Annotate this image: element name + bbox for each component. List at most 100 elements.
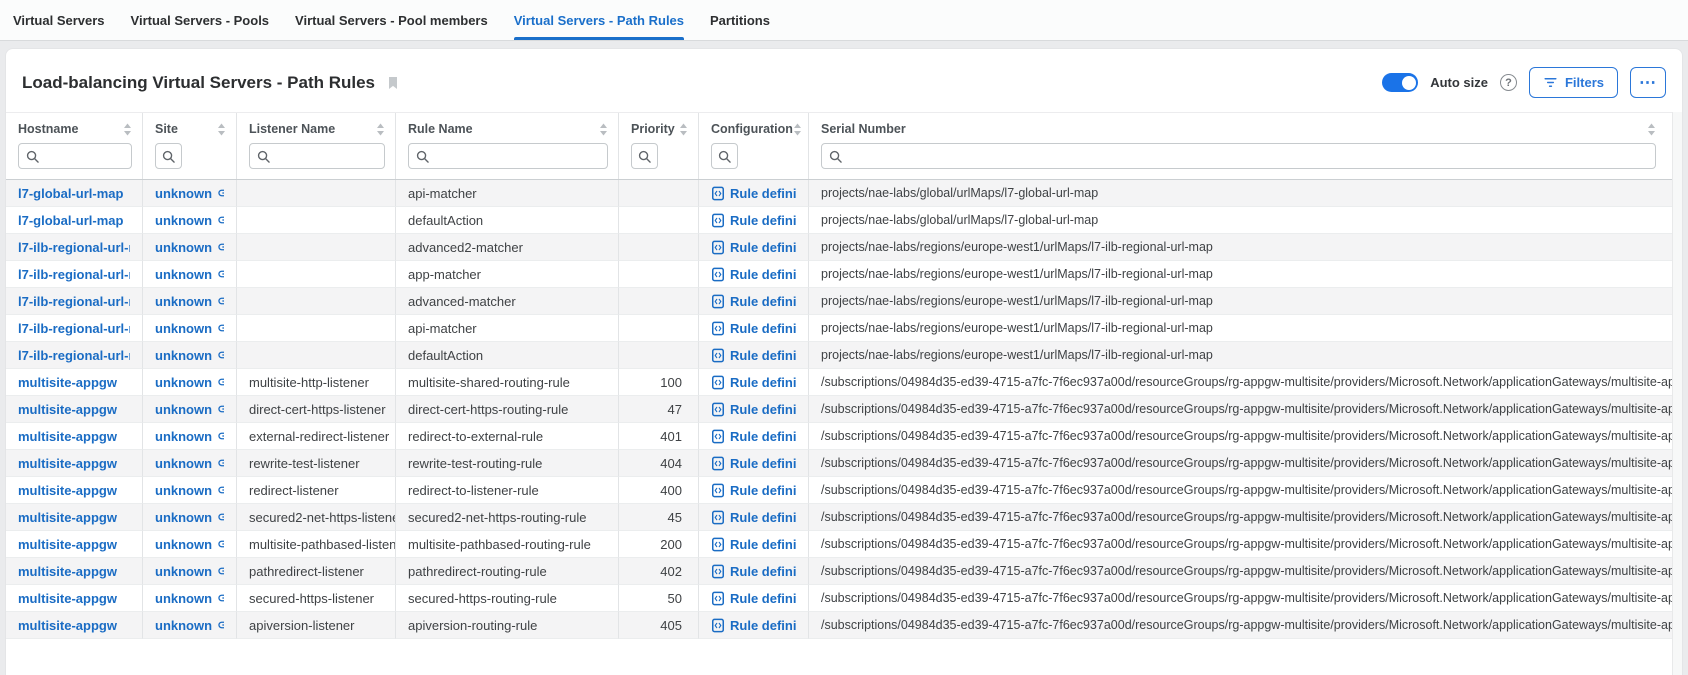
column-search: [249, 143, 385, 169]
hostname-link[interactable]: multisite-appgw: [18, 510, 117, 525]
hostname-link[interactable]: l7-global-url-map: [18, 186, 123, 201]
hostname-link[interactable]: multisite-appgw: [18, 375, 117, 390]
hostname-link[interactable]: multisite-appgw: [18, 456, 117, 471]
rule-definition-link[interactable]: Rule definition: [711, 348, 796, 363]
hostname-link[interactable]: l7-ilb-regional-url-map: [18, 348, 130, 363]
table-row: l7-global-url-map unknown api-matcher Ru…: [6, 180, 1682, 207]
priority-cell: 45: [619, 504, 699, 531]
hostname-link[interactable]: multisite-appgw: [18, 402, 117, 417]
more-options-button[interactable]: ⋯: [1630, 67, 1666, 98]
help-icon[interactable]: ?: [1500, 74, 1517, 91]
vertical-scrollbar[interactable]: [1672, 112, 1682, 675]
site-cell: unknown: [143, 207, 237, 234]
configuration-cell: Rule definition: [699, 477, 809, 504]
hostname-link[interactable]: multisite-appgw: [18, 618, 117, 633]
rule-definition-link[interactable]: Rule definition: [711, 213, 796, 228]
rule-definition-link[interactable]: Rule definition: [711, 591, 796, 606]
site-link[interactable]: unknown: [155, 266, 224, 282]
rule-definition-label: Rule definition: [730, 240, 796, 255]
tab[interactable]: Virtual Servers - Path Rules: [514, 0, 684, 40]
site-link[interactable]: unknown: [155, 509, 224, 525]
site-link[interactable]: unknown: [155, 320, 224, 336]
listener-name-cell: [237, 234, 396, 261]
site-link[interactable]: unknown: [155, 347, 224, 363]
site-link[interactable]: unknown: [155, 455, 224, 471]
hostname-link[interactable]: l7-ilb-regional-url-map: [18, 321, 130, 336]
hostname-link[interactable]: multisite-appgw: [18, 429, 117, 444]
sort-button[interactable]: [376, 123, 385, 136]
rule-definition-link[interactable]: Rule definition: [711, 618, 796, 633]
column-search-input[interactable]: [275, 149, 377, 163]
site-link[interactable]: unknown: [155, 239, 224, 255]
site-link[interactable]: unknown: [155, 185, 224, 201]
column-search-input[interactable]: [847, 149, 1648, 163]
rule-definition-file-icon: [711, 618, 725, 633]
site-link[interactable]: unknown: [155, 563, 224, 579]
rule-definition-link[interactable]: Rule definition: [711, 294, 796, 309]
auto-size-toggle[interactable]: [1382, 73, 1418, 92]
rule-definition-file-icon: [711, 375, 725, 390]
tab[interactable]: Virtual Servers - Pool members: [295, 0, 488, 40]
hostname-link[interactable]: multisite-appgw: [18, 564, 117, 579]
rule-definition-link[interactable]: Rule definition: [711, 483, 796, 498]
rule-definition-link[interactable]: Rule definition: [711, 456, 796, 471]
sort-button[interactable]: [599, 123, 608, 136]
rule-definition-file-icon: [711, 348, 725, 363]
hostname-link[interactable]: multisite-appgw: [18, 483, 117, 498]
site-link[interactable]: unknown: [155, 374, 224, 390]
site-link[interactable]: unknown: [155, 536, 224, 552]
rule-name-cell: rewrite-test-routing-rule: [396, 450, 619, 477]
sort-button[interactable]: [679, 123, 688, 136]
table-row: multisite-appgw unknown secured2-net-htt…: [6, 504, 1682, 531]
site-link[interactable]: unknown: [155, 212, 224, 228]
column-search-input[interactable]: [44, 149, 124, 163]
filters-button[interactable]: Filters: [1529, 67, 1618, 98]
tab[interactable]: Virtual Servers: [13, 0, 105, 40]
rule-definition-link[interactable]: Rule definition: [711, 564, 796, 579]
sort-button[interactable]: [123, 123, 132, 136]
site-link[interactable]: unknown: [155, 293, 224, 309]
tab[interactable]: Virtual Servers - Pools: [131, 0, 270, 40]
sort-icon: [217, 123, 226, 136]
site-cell: unknown: [143, 477, 237, 504]
rule-definition-label: Rule definition: [730, 267, 796, 282]
priority-cell: 404: [619, 450, 699, 477]
site-link[interactable]: unknown: [155, 590, 224, 606]
hostname-link[interactable]: multisite-appgw: [18, 591, 117, 606]
rule-definition-link[interactable]: Rule definition: [711, 240, 796, 255]
listener-name-cell: rewrite-test-listener: [237, 450, 396, 477]
rule-definition-link[interactable]: Rule definition: [711, 402, 796, 417]
site-cell: unknown: [143, 369, 237, 396]
hostname-link[interactable]: multisite-appgw: [18, 537, 117, 552]
bookmark-icon[interactable]: [385, 75, 401, 91]
rule-definition-link[interactable]: Rule definition: [711, 375, 796, 390]
rule-definition-link[interactable]: Rule definition: [711, 186, 796, 201]
hostname-link[interactable]: l7-ilb-regional-url-map: [18, 294, 130, 309]
rule-definition-link[interactable]: Rule definition: [711, 429, 796, 444]
column-search-input[interactable]: [434, 149, 600, 163]
sort-button[interactable]: [217, 123, 226, 136]
serial-number-cell: /subscriptions/04984d35-ed39-4715-a7fc-7…: [809, 396, 1682, 423]
site-link[interactable]: unknown: [155, 401, 224, 417]
priority-cell: [619, 315, 699, 342]
site-link[interactable]: unknown: [155, 482, 224, 498]
rule-name-cell: defaultAction: [396, 342, 619, 369]
hostname-link[interactable]: l7-global-url-map: [18, 213, 123, 228]
rule-definition-link[interactable]: Rule definition: [711, 321, 796, 336]
tab[interactable]: Partitions: [710, 0, 770, 40]
sort-icon: [793, 123, 802, 136]
sort-button[interactable]: [1647, 123, 1656, 136]
rule-definition-link[interactable]: Rule definition: [711, 267, 796, 282]
configuration-cell: Rule definition: [699, 504, 809, 531]
table-row: l7-ilb-regional-url-map unknown advanced…: [6, 234, 1682, 261]
site-link-label: unknown: [155, 564, 212, 579]
site-link[interactable]: unknown: [155, 428, 224, 444]
sort-button[interactable]: [793, 123, 802, 136]
hostname-link[interactable]: l7-ilb-regional-url-map: [18, 267, 130, 282]
rule-definition-link[interactable]: Rule definition: [711, 537, 796, 552]
column-search: [711, 143, 738, 169]
site-link[interactable]: unknown: [155, 617, 224, 633]
configuration-cell: Rule definition: [699, 396, 809, 423]
hostname-link[interactable]: l7-ilb-regional-url-map: [18, 240, 130, 255]
rule-definition-link[interactable]: Rule definition: [711, 510, 796, 525]
